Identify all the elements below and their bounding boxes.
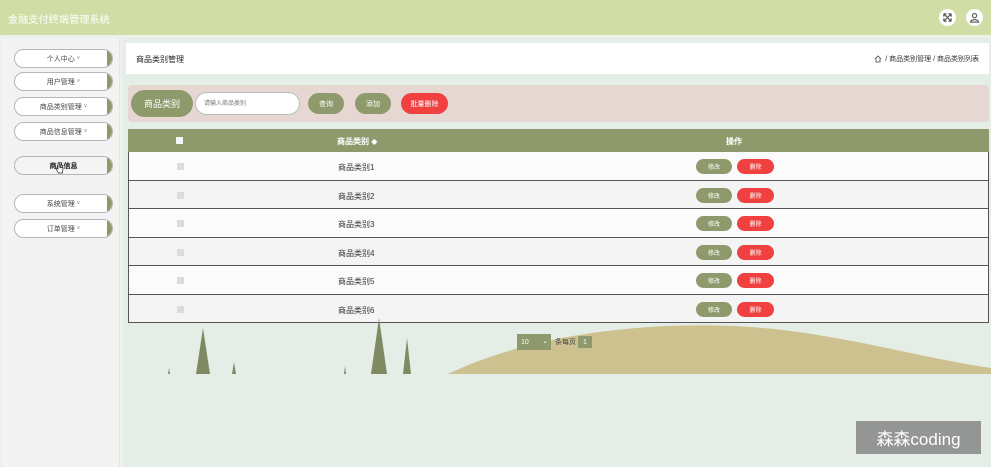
row-checkbox[interactable]	[177, 191, 184, 199]
category-name: 商品类别3	[338, 220, 375, 229]
chevron-down-icon: ⌄	[542, 338, 548, 345]
delete-button[interactable]: 删除	[737, 273, 774, 288]
category-name: 商品类别2	[338, 191, 375, 201]
page-size-select[interactable]: 10 ⌄	[517, 334, 551, 350]
sidebar-item-product-info-management[interactable]: 商品信息管理 ˅	[14, 122, 113, 141]
delete-button[interactable]: 删除	[737, 159, 774, 174]
top-bar: 金融支付终端管理系统	[0, 0, 991, 35]
page-title: 商品类别管理	[136, 55, 184, 64]
table-row: 商品类别1 修改 删除	[128, 152, 989, 181]
edit-button[interactable]: 修改	[696, 273, 732, 288]
hand-cursor-icon	[55, 162, 64, 174]
search-label: 商品类别	[131, 90, 193, 117]
table-row: 商品类别2 修改 删除	[128, 180, 989, 209]
sidebar-item-label: 商品信息管理	[39, 128, 82, 136]
category-table: 商品类别 ◆ 操作 商品类别1 修改 删除 商品类别2 修改 删除 商品类别3 …	[128, 129, 989, 323]
app-title: 金融支付终端管理系统	[8, 15, 110, 26]
search-input[interactable]	[195, 92, 300, 115]
category-name: 商品类别5	[338, 277, 375, 286]
column-header-actions: 操作	[726, 137, 742, 146]
batch-delete-button[interactable]: 批量删除	[401, 93, 448, 114]
sidebar-item-category-management[interactable]: 商品类别管理 ˅	[14, 97, 113, 116]
breadcrumb-path: / 商品类别管理 / 商品类别列表	[874, 54, 979, 64]
breadcrumb-text[interactable]: / 商品类别管理 / 商品类别列表	[885, 54, 979, 64]
watermark: 森森coding	[856, 421, 981, 454]
user-icon[interactable]	[966, 9, 983, 26]
table-row: 商品类别4 修改 删除	[128, 237, 989, 266]
table-header: 商品类别 ◆ 操作	[128, 129, 989, 152]
pagination: 10 ⌄ 条每页 1	[517, 334, 592, 350]
main-content: 商品类别管理 / 商品类别管理 / 商品类别列表 商品类别 查询 添加 批量删除…	[123, 38, 991, 467]
table-row: 商品类别3 修改 删除	[128, 209, 989, 238]
delete-button[interactable]: 删除	[737, 216, 774, 231]
per-page-label: 条每页	[555, 339, 576, 346]
add-button[interactable]: 添加	[355, 93, 391, 114]
sidebar-item-label: 订单管理	[46, 225, 75, 233]
sidebar-item-label: 商品类别管理	[39, 103, 82, 111]
column-header-category[interactable]: 商品类别 ◆	[337, 136, 377, 147]
page-number-button[interactable]: 1	[578, 336, 592, 348]
edit-button[interactable]: 修改	[696, 159, 732, 174]
category-name: 商品类别1	[338, 163, 375, 172]
edit-button[interactable]: 修改	[696, 187, 732, 203]
sidebar-item-user-management[interactable]: 用户管理 ˅	[14, 72, 113, 91]
breadcrumb: 商品类别管理 / 商品类别管理 / 商品类别列表	[126, 43, 989, 74]
category-name: 商品类别4	[338, 248, 375, 258]
chevron-down-icon: ˅	[83, 128, 88, 135]
sidebar-item-label: 个人中心	[46, 55, 75, 63]
sidebar-item-order-management[interactable]: 订单管理 ˅	[14, 219, 113, 238]
row-checkbox[interactable]	[177, 248, 184, 256]
row-checkbox[interactable]	[177, 163, 184, 170]
page-size-value: 10	[521, 338, 529, 346]
edit-button[interactable]: 修改	[696, 301, 732, 317]
sidebar: 个人中心 ˅ 用户管理 ˅ 商品类别管理 ˅ 商品信息管理 ˅ 商品信息 系统管理 ˅ 订…	[3, 38, 120, 467]
sidebar-item-label: 系统管理	[46, 200, 75, 208]
delete-button[interactable]: 删除	[737, 187, 774, 203]
edit-button[interactable]: 修改	[696, 216, 732, 231]
sidebar-item-personal-center[interactable]: 个人中心 ˅	[14, 49, 113, 68]
category-name: 商品类别6	[338, 305, 375, 315]
edit-button[interactable]: 修改	[696, 244, 732, 260]
delete-button[interactable]: 删除	[737, 244, 774, 260]
chevron-down-icon: ˅	[76, 200, 81, 207]
chevron-down-icon: ˅	[76, 55, 81, 62]
sidebar-item-system-management[interactable]: 系统管理 ˅	[14, 194, 113, 213]
search-bar: 商品类别 查询 添加 批量删除	[128, 85, 989, 122]
delete-button[interactable]: 删除	[737, 301, 774, 317]
home-icon[interactable]	[874, 55, 882, 63]
row-checkbox[interactable]	[177, 277, 184, 284]
query-button[interactable]: 查询	[308, 93, 344, 114]
row-checkbox[interactable]	[177, 305, 184, 313]
chevron-down-icon: ˅	[83, 103, 88, 110]
row-checkbox[interactable]	[177, 220, 184, 227]
chevron-down-icon: ˅	[76, 78, 81, 85]
chevron-down-icon: ˅	[76, 225, 81, 232]
table-row: 商品类别5 修改 删除	[128, 266, 989, 295]
fullscreen-icon[interactable]	[939, 9, 956, 26]
select-all-checkbox[interactable]	[176, 137, 183, 144]
sidebar-item-label: 用户管理	[46, 78, 75, 86]
